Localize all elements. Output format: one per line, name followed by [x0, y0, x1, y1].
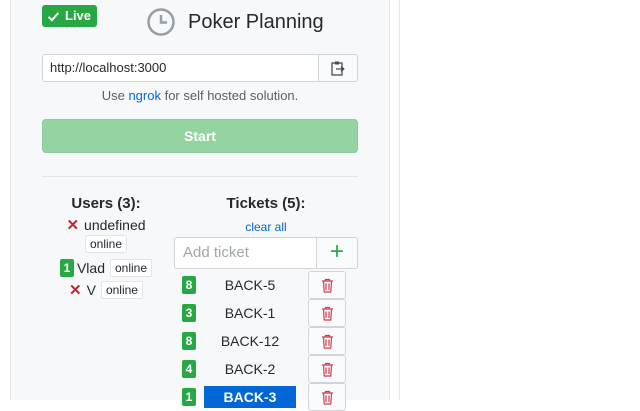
check-icon [47, 11, 60, 22]
ngrok-link[interactable]: ngrok [128, 88, 161, 103]
vote-badge: 1 [59, 258, 74, 277]
clock-icon [146, 7, 176, 37]
divider [42, 176, 358, 177]
status-badge: online [84, 235, 128, 253]
ticket-row[interactable]: 4 BACK-2 [174, 355, 358, 383]
vote-badge: 8 [182, 332, 196, 350]
vote-badge: 8 [182, 276, 196, 294]
delete-ticket-button[interactable] [308, 327, 346, 355]
add-ticket-row: Add ticket + [174, 237, 358, 269]
add-ticket-button[interactable]: + [316, 237, 358, 269]
user-item: ✕ V online [42, 279, 170, 300]
ticket-name: BACK-5 [224, 277, 276, 293]
page-title: Poker Planning [188, 10, 324, 33]
trash-icon [321, 362, 333, 377]
users-title: Users (3): [71, 195, 141, 212]
user-name: Vlad [76, 259, 105, 276]
vote-badge: 4 [182, 360, 196, 378]
user-name: undefined [84, 216, 146, 233]
clipboard-icon [331, 61, 345, 76]
ticket-name: BACK-1 [224, 305, 276, 321]
x-icon: ✕ [69, 281, 82, 299]
delete-ticket-button[interactable] [308, 355, 346, 383]
app-frame: Live Poker Planning http://localhost:300… [0, 0, 400, 411]
live-badge: Live [42, 5, 98, 27]
delete-ticket-button[interactable] [308, 271, 346, 299]
trash-icon [321, 334, 333, 349]
url-field[interactable]: http://localhost:3000 [42, 54, 318, 82]
tickets-title: Tickets (5): [226, 195, 306, 212]
copy-url-button[interactable] [318, 54, 358, 82]
user-item: 1 Vlad online [42, 257, 170, 278]
app-header: Poker Planning [146, 7, 324, 37]
delete-ticket-button[interactable] [308, 299, 346, 327]
vote-badge: 1 [182, 388, 196, 406]
trash-icon [321, 390, 333, 405]
user-item: ✕ undefined [42, 214, 170, 235]
live-label: Live [65, 8, 92, 23]
ticket-row[interactable]: 8 BACK-12 [174, 327, 358, 355]
start-button[interactable]: Start [42, 119, 358, 153]
ticket-row-active[interactable]: 1 BACK-3 [174, 383, 358, 411]
x-icon: ✕ [66, 216, 80, 234]
users-panel: Users (3): ✕ undefined online 1 Vlad onl… [42, 195, 170, 300]
plus-icon: + [329, 238, 344, 265]
delete-ticket-button[interactable] [308, 383, 346, 411]
add-ticket-input[interactable]: Add ticket [174, 237, 316, 269]
status-badge: online [100, 280, 143, 299]
ticket-name: BACK-3 [204, 386, 296, 408]
ticket-name: BACK-2 [224, 361, 276, 377]
trash-icon [321, 278, 333, 293]
ticket-name: BACK-12 [220, 333, 280, 349]
url-row: http://localhost:3000 [42, 54, 358, 82]
clear-all-link[interactable]: clear all [174, 220, 358, 234]
ticket-row[interactable]: 8 BACK-5 [174, 271, 358, 299]
self-hosted-hint: Use ngrok for self hosted solution. [101, 88, 299, 103]
ticket-row[interactable]: 3 BACK-1 [174, 299, 358, 327]
trash-icon [321, 306, 333, 321]
vote-badge: 3 [182, 304, 196, 322]
status-badge: online [110, 258, 153, 277]
user-name: V [86, 281, 96, 298]
tickets-panel: Tickets (5): clear all Add ticket + 8 BA… [174, 195, 358, 411]
